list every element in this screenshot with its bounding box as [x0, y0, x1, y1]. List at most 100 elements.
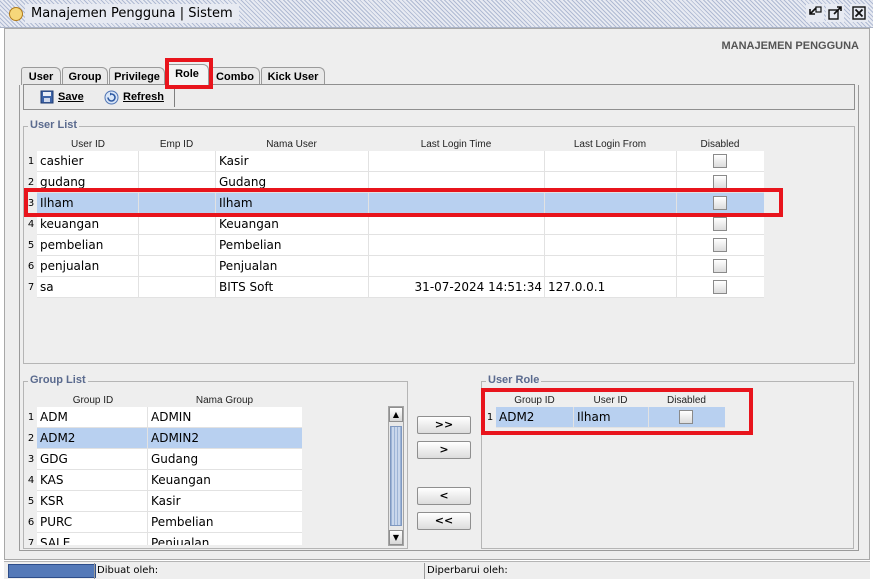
cell-last-login-from: [544, 256, 676, 277]
cell-user-id: sa: [40, 280, 54, 294]
row-number: 2: [25, 428, 37, 449]
list-item[interactable]: 4 KAS Keuangan: [25, 470, 302, 491]
column-header-user-id[interactable]: User ID: [38, 139, 138, 150]
window-title-bar[interactable]: Manajemen Pengguna | Sistem: [0, 0, 873, 28]
group-list-title: Group List: [28, 374, 88, 386]
scroll-down-arrow-icon[interactable]: ▼: [389, 530, 403, 545]
table-row[interactable]: 4 keuangan Keuangan: [25, 214, 764, 235]
cell-last-login-from: 127.0.0.1: [544, 277, 676, 298]
table-row[interactable]: 1 cashier Kasir: [25, 151, 764, 172]
cell-last-login-time: [368, 151, 544, 172]
maximize-icon[interactable]: [826, 4, 844, 22]
row-number: 5: [25, 491, 37, 512]
column-header-nama-user[interactable]: Nama User: [215, 139, 368, 150]
row-number: 6: [25, 256, 37, 277]
list-item[interactable]: 5 KSR Kasir: [25, 491, 302, 512]
cell-nama-group: Gudang: [147, 449, 302, 470]
list-item[interactable]: 7 SALE Penjualan: [25, 533, 302, 545]
cell-user-id: keuangan: [40, 217, 100, 231]
main-panel: MANAJEMEN PENGGUNA User Group Privilege …: [4, 28, 870, 560]
cell-last-login-from: [544, 214, 676, 235]
cell-nama-group: Keuangan: [147, 470, 302, 491]
row-number: 7: [25, 277, 37, 298]
list-item[interactable]: 3 GDG Gudang: [25, 449, 302, 470]
disabled-checkbox[interactable]: [713, 175, 727, 189]
row-number: 7: [25, 533, 37, 545]
list-item[interactable]: 1 ADM ADMIN: [25, 407, 302, 428]
column-header-disabled[interactable]: Disabled: [676, 139, 764, 150]
user-role-title: User Role: [486, 374, 542, 386]
cell-group-id: KAS: [40, 473, 64, 487]
cell-last-login-time: [368, 256, 544, 277]
column-header-nama-group[interactable]: Nama Group: [148, 395, 301, 406]
toolbar: Save Refresh: [23, 84, 855, 110]
cell-emp-id: [138, 277, 215, 298]
table-row[interactable]: 7 sa BITS Soft 31-07-2024 14:51:34 127.0.0.1: [25, 277, 764, 298]
scroll-up-arrow-icon[interactable]: ▲: [389, 407, 403, 422]
cell-nama-group: ADMIN2: [147, 428, 302, 449]
disabled-checkbox[interactable]: [713, 259, 727, 273]
cell-user-id: penjualan: [40, 259, 100, 273]
list-item[interactable]: 6 PURC Pembelian: [25, 512, 302, 533]
remove-all-button[interactable]: <<: [417, 512, 471, 530]
add-all-button[interactable]: >>: [417, 416, 471, 434]
cell-last-login-time: [368, 235, 544, 256]
column-header-last-login-from[interactable]: Last Login From: [544, 139, 676, 150]
row-number: 4: [25, 470, 37, 491]
row-number: 1: [25, 151, 37, 172]
refresh-button[interactable]: Refresh: [104, 87, 164, 107]
cell-nama-user: Pembelian: [215, 235, 368, 256]
group-list-scrollbar[interactable]: ▲ ▼: [388, 406, 404, 546]
table-row[interactable]: 6 penjualan Penjualan: [25, 256, 764, 277]
disabled-checkbox[interactable]: [713, 280, 727, 294]
column-header-group-id[interactable]: Group ID: [38, 395, 148, 406]
disabled-checkbox[interactable]: [713, 217, 727, 231]
user-list-title: User List: [28, 119, 80, 131]
table-row[interactable]: 5 pembelian Pembelian: [25, 235, 764, 256]
status-bar: Dibuat oleh: Diperbarui oleh:: [4, 561, 870, 579]
row-number: 3: [25, 449, 37, 470]
cell-last-login-from: [544, 151, 676, 172]
page-title: MANAJEMEN PENGGUNA: [721, 40, 859, 52]
cell-group-id: GDG: [40, 452, 68, 466]
cell-nama-group: ADMIN: [147, 407, 302, 428]
cell-last-login-time: [368, 214, 544, 235]
user-row-highlight: [24, 188, 783, 217]
disabled-checkbox[interactable]: [713, 238, 727, 252]
cell-emp-id: [138, 214, 215, 235]
cell-nama-user: Kasir: [215, 151, 368, 172]
remove-button[interactable]: <: [417, 487, 471, 505]
cell-group-id: KSR: [40, 494, 64, 508]
close-icon[interactable]: [850, 4, 868, 22]
toolbar-separator: [174, 88, 175, 107]
cell-nama-user: Penjualan: [215, 256, 368, 277]
column-header-last-login-time[interactable]: Last Login Time: [368, 139, 544, 150]
minimize-icon[interactable]: [806, 4, 824, 22]
row-number: 1: [25, 407, 37, 428]
list-item[interactable]: 2 ADM2 ADMIN2: [25, 428, 302, 449]
row-number: 5: [25, 235, 37, 256]
cell-nama-group: Pembelian: [147, 512, 302, 533]
cell-nama-group: Penjualan: [147, 533, 302, 545]
save-button[interactable]: Save: [40, 87, 84, 107]
cell-emp-id: [138, 235, 215, 256]
column-header-emp-id[interactable]: Emp ID: [138, 139, 215, 150]
save-label: Save: [58, 91, 84, 103]
scroll-thumb[interactable]: [390, 426, 402, 526]
refresh-label: Refresh: [123, 91, 164, 103]
add-button[interactable]: >: [417, 441, 471, 459]
refresh-icon: [104, 90, 119, 104]
cell-disabled: [676, 214, 764, 235]
cell-group-id: PURC: [40, 515, 73, 529]
row-number: 6: [25, 512, 37, 533]
user-role-highlight: [481, 388, 753, 435]
status-indicator: [8, 564, 96, 578]
disabled-checkbox[interactable]: [713, 154, 727, 168]
cell-disabled: [676, 277, 764, 298]
group-list-table: 1 ADM ADMIN 2 ADM2 ADMIN2 3 GDG Gudang 4 KAS Keuang…: [25, 407, 302, 545]
app-icon: [9, 7, 23, 21]
created-by-label: Dibuat oleh:: [94, 563, 424, 579]
cell-disabled: [676, 151, 764, 172]
cell-group-id: ADM2: [40, 431, 76, 445]
tab-role-highlight: [165, 58, 213, 89]
